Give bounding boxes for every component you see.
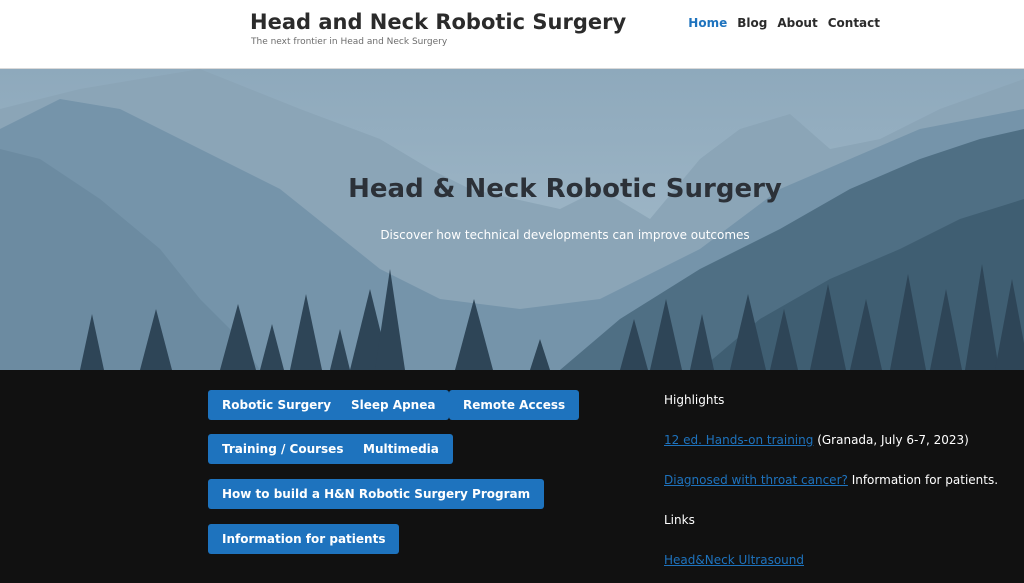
nav-home[interactable]: Home [688,16,727,30]
site-title[interactable]: Head and Neck Robotic Surgery [250,10,626,34]
links-heading: Links [664,513,695,527]
hero-banner: Head & Neck Robotic Surgery Discover how… [0,69,1024,370]
multimedia-button[interactable]: Multimedia [349,434,453,464]
training-courses-button[interactable]: Training / Courses [208,434,358,464]
hero-title: Head & Neck Robotic Surgery [348,174,782,204]
hero-subtitle: Discover how technical developments can … [380,228,750,242]
ultrasound-link[interactable]: Head&Neck Ultrasound [664,553,804,567]
diagnosed-link[interactable]: Diagnosed with throat cancer? [664,473,848,487]
robotic-surgery-button[interactable]: Robotic Surgery [208,390,346,420]
site-header: Head and Neck Robotic Surgery The next f… [0,0,1024,69]
highlights-heading: Highlights [664,393,725,407]
training-highlight: 12 ed. Hands-on training (Granada, July … [664,433,969,447]
site-tagline: The next frontier in Head and Neck Surge… [251,37,448,47]
diagnosed-highlight: Diagnosed with throat cancer? Informatio… [664,473,998,487]
information-patients-button[interactable]: Information for patients [208,524,400,554]
remote-access-button[interactable]: Remote Access [449,390,580,420]
main-nav: Home Blog About Contact [688,16,880,30]
nav-about[interactable]: About [777,16,817,30]
mountain-forest-image [0,69,1024,370]
diagnosed-details: Information for patients. [847,473,999,487]
training-link[interactable]: 12 ed. Hands-on training [664,433,813,447]
nav-blog[interactable]: Blog [737,16,767,30]
sleep-apnea-button[interactable]: Sleep Apnea [337,390,450,420]
ultrasound-item: Head&Neck Ultrasound [664,553,804,567]
training-details: (Granada, July 6-7, 2023) [813,433,969,447]
build-program-button[interactable]: How to build a H&N Robotic Surgery Progr… [208,479,545,509]
nav-contact[interactable]: Contact [828,16,880,30]
